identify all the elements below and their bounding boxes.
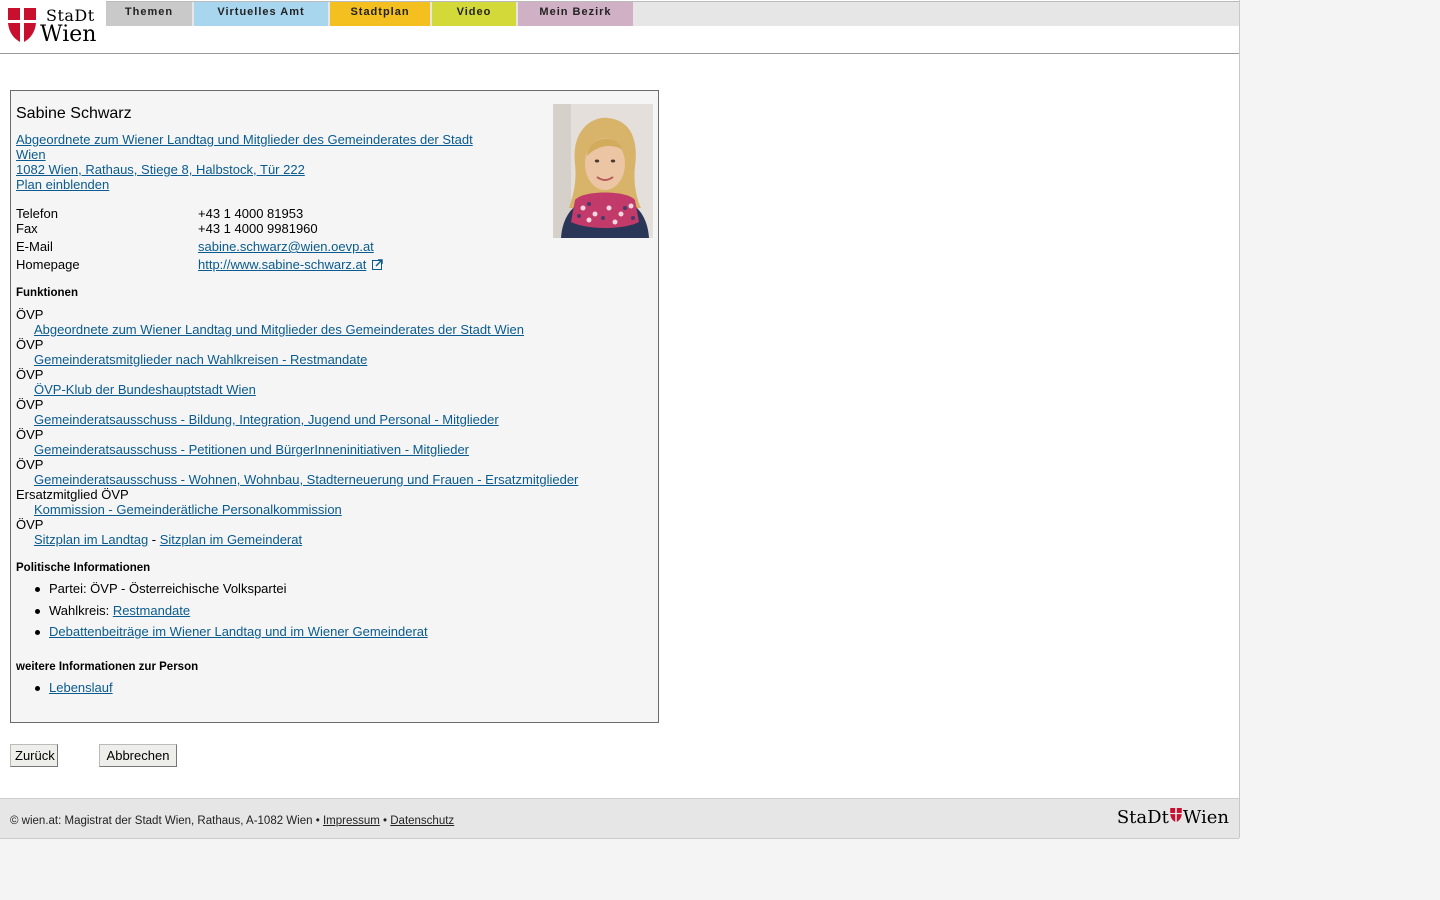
function-party: ÖVP: [16, 367, 44, 382]
seat-plan-row: Sitzplan im Landtag - Sitzplan im Gemein…: [34, 532, 302, 547]
party-item: Partei: ÖVP - Österreichische Volksparte…: [34, 581, 287, 596]
cv-link[interactable]: Lebenslauf: [49, 680, 113, 695]
impressum-link[interactable]: Impressum: [323, 815, 380, 827]
tab-virtuelles-amt[interactable]: Virtuelles Amt: [194, 2, 328, 26]
function-party: Ersatzmitglied ÖVP: [16, 487, 129, 502]
more-info-title: weitere Informationen zur Person: [16, 661, 199, 673]
site-footer: © wien.at: Magistrat der Stadt Wien, Rat…: [0, 798, 1239, 839]
fax-value: +43 1 4000 9981960: [198, 221, 318, 236]
page: StaDt Wien Themen Virtuelles Amt Stadtpl…: [0, 0, 1240, 839]
homepage-row: http://www.sabine-schwarz.at: [198, 257, 383, 272]
footer-separator: •: [383, 815, 388, 827]
function-link[interactable]: Gemeinderatsausschuss - Petitionen und B…: [34, 442, 469, 457]
cv-item: Lebenslauf: [35, 680, 113, 695]
footer-logo[interactable]: StaDt Wien: [1117, 807, 1229, 828]
copyright-text: © wien.at: Magistrat der Stadt Wien, Rat…: [10, 815, 320, 827]
portrait-illustration: [553, 104, 653, 238]
person-name: Sabine Schwarz: [16, 105, 132, 122]
portrait-photo: [553, 104, 653, 238]
role-link-line2[interactable]: Wien: [16, 147, 46, 162]
footer-logo-wien: Wien: [1182, 807, 1229, 828]
wahlkreis-item: Wahlkreis: Restmandate: [34, 603, 190, 618]
show-map-link[interactable]: Plan einblenden: [16, 177, 109, 192]
footer-logo-stadt: StaDt: [1116, 807, 1169, 828]
function-party: ÖVP: [16, 517, 44, 532]
function-party: ÖVP: [16, 457, 44, 472]
tab-mein-bezirk[interactable]: Mein Bezirk: [518, 2, 633, 26]
external-link-icon: [371, 259, 383, 270]
tab-stadtplan[interactable]: Stadtplan: [330, 2, 430, 26]
tab-video[interactable]: Video: [432, 2, 516, 26]
wahlkreis-label: Wahlkreis:: [49, 603, 113, 618]
homepage-label: Homepage: [16, 257, 80, 272]
function-party: ÖVP: [16, 427, 44, 442]
wien-shield-icon: [1170, 808, 1182, 822]
political-info-title: Politische Informationen: [16, 562, 151, 574]
role-link-line1[interactable]: Abgeordnete zum Wiener Landtag und Mitgl…: [16, 132, 473, 147]
function-link[interactable]: Gemeinderatsmitglieder nach Wahlkreisen …: [34, 352, 367, 367]
phone-label: Telefon: [16, 206, 58, 221]
seat-plan-separator: -: [148, 532, 160, 547]
address-link[interactable]: 1082 Wien, Rathaus, Stiege 8, Halbstock,…: [16, 162, 305, 177]
site-header: StaDt Wien Themen Virtuelles Amt Stadtpl…: [0, 0, 1239, 54]
debate-link[interactable]: Debattenbeiträge im Wiener Landtag und i…: [49, 624, 428, 639]
person-card: Sabine Schwarz Abgeordnete zum Wiener La…: [10, 90, 659, 723]
phone-value: +43 1 4000 81953: [198, 206, 304, 221]
function-party: ÖVP: [16, 337, 44, 352]
function-link[interactable]: Gemeinderatsausschuss - Bildung, Integra…: [34, 412, 499, 427]
logo-wien-text: Wien: [40, 22, 97, 47]
email-link[interactable]: sabine.schwarz@wien.oevp.at: [198, 239, 374, 254]
function-link[interactable]: Abgeordnete zum Wiener Landtag und Mitgl…: [34, 322, 524, 337]
stadt-wien-logo[interactable]: StaDt Wien: [6, 5, 102, 47]
homepage-link[interactable]: http://www.sabine-schwarz.at: [198, 257, 366, 272]
function-party: ÖVP: [16, 307, 44, 322]
email-label: E-Mail: [16, 239, 53, 254]
function-link[interactable]: ÖVP-Klub der Bundeshauptstadt Wien: [34, 382, 256, 397]
function-link[interactable]: Kommission - Gemeinderätliche Personalko…: [34, 502, 342, 517]
main-navigation: Themen Virtuelles Amt Stadtplan Video Me…: [106, 1, 1239, 26]
wien-shield-icon: [8, 8, 36, 42]
datenschutz-link[interactable]: Datenschutz: [390, 815, 454, 827]
cancel-button[interactable]: Abbrechen: [99, 744, 177, 767]
debate-item: Debattenbeiträge im Wiener Landtag und i…: [35, 624, 428, 639]
footer-text: © wien.at: Magistrat der Stadt Wien, Rat…: [10, 815, 454, 827]
functions-title: Funktionen: [16, 287, 78, 299]
tab-themen[interactable]: Themen: [106, 2, 192, 26]
back-button[interactable]: Zurück: [10, 744, 58, 767]
fax-label: Fax: [16, 221, 38, 236]
function-party: ÖVP: [16, 397, 44, 412]
function-link[interactable]: Gemeinderatsausschuss - Wohnen, Wohnbau,…: [34, 472, 578, 487]
seat-plan-gemeinderat-link[interactable]: Sitzplan im Gemeinderat: [160, 532, 302, 547]
seat-plan-landtag-link[interactable]: Sitzplan im Landtag: [34, 532, 148, 547]
wahlkreis-link[interactable]: Restmandate: [113, 603, 190, 618]
